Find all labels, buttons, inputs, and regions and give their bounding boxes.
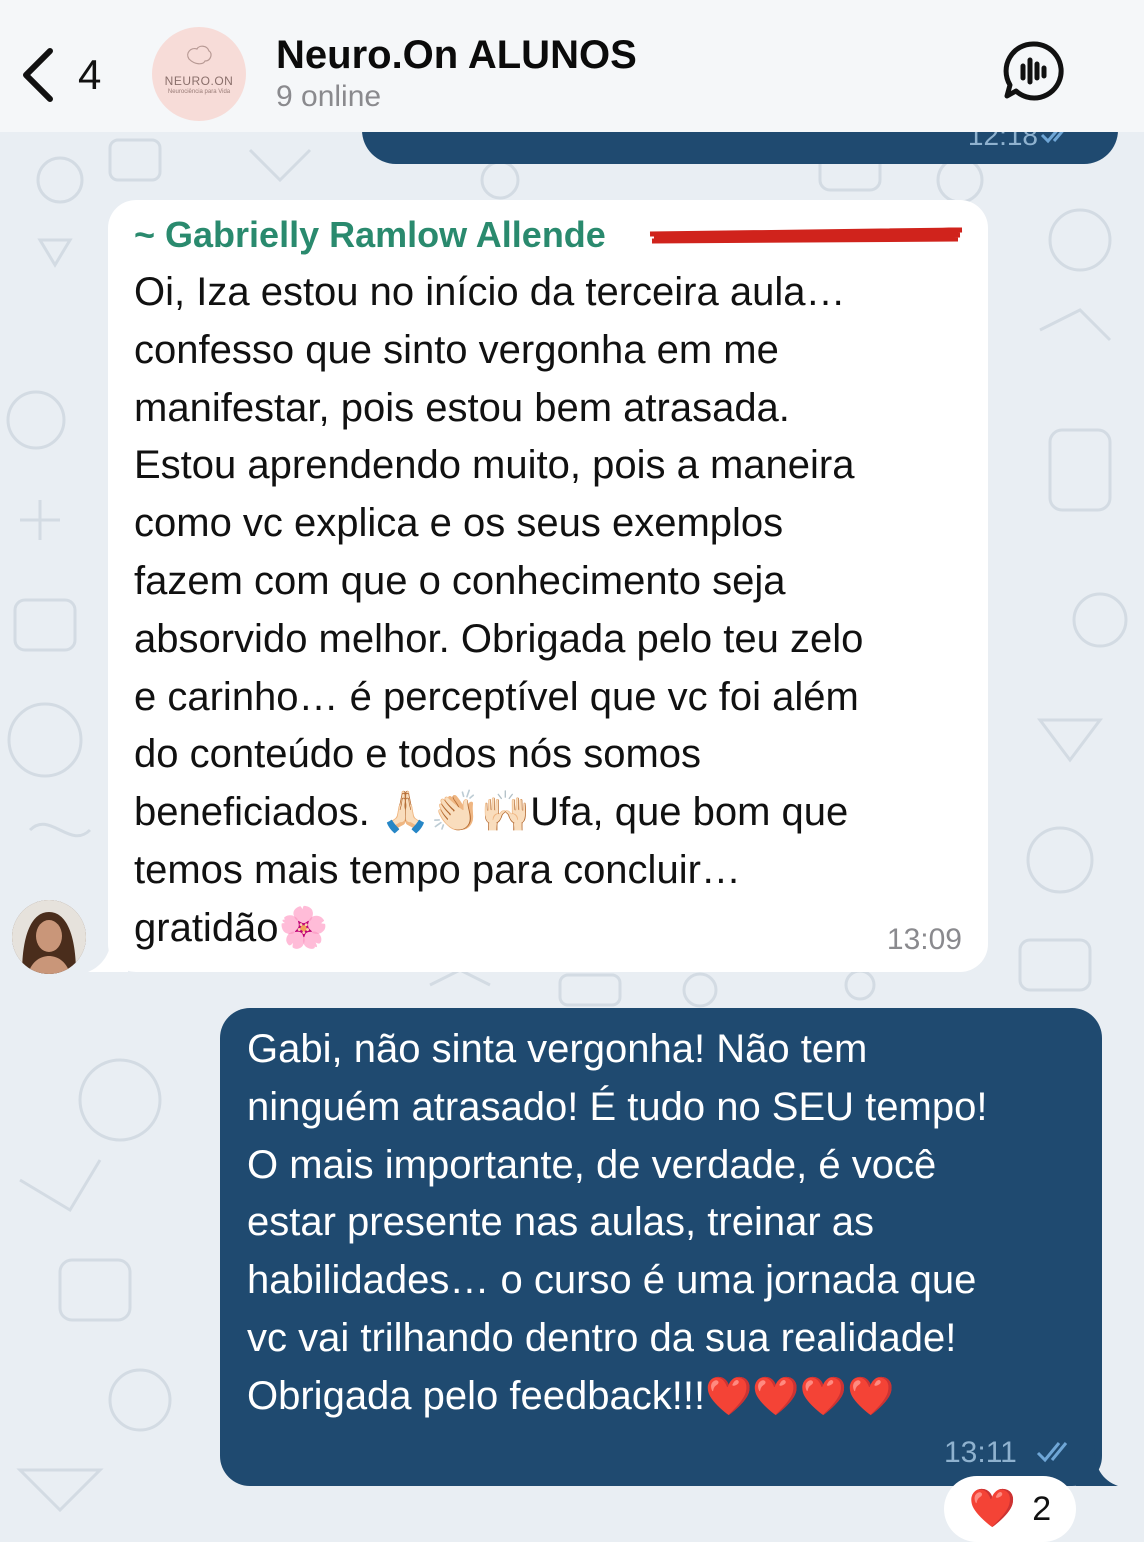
chevron-left-icon (23, 48, 53, 102)
brain-logo-icon (187, 45, 212, 65)
sender-avatar[interactable] (12, 900, 86, 974)
avatar-tagline: Neurociência para Vida (167, 88, 231, 95)
online-status: 9 online (276, 80, 382, 113)
outgoing-text-body: Gabi, não sinta vergonha! Não tem ningué… (247, 1027, 988, 1418)
voice-chat-icon[interactable] (1003, 40, 1065, 102)
chat-title[interactable]: Neuro.On ALUNOS (276, 33, 637, 78)
heart-reaction-icon: ❤️ (968, 1488, 1017, 1530)
incoming-message-text: Oi, Iza estou no início da terceira aula… (134, 270, 864, 950)
chat-header: 4 NEURO.ON Neurociência para Vida Neuro.… (0, 0, 1144, 132)
redaction-scribble (649, 227, 963, 244)
outgoing-bubble-tail (1076, 1444, 1118, 1486)
outgoing-message-text: Gabi, não sinta vergonha! Não tem ningué… (247, 1021, 1097, 1427)
reaction-badge[interactable]: ❤️ 2 (944, 1476, 1076, 1542)
sender-name[interactable]: ~ Gabrielly Ramlow Allende (134, 214, 606, 256)
avatar-logo-text: NEURO.ON (164, 73, 234, 88)
group-avatar[interactable]: NEURO.ON Neurociência para Vida (152, 27, 246, 121)
double-check-icon (1036, 1442, 1068, 1463)
back-button[interactable]: 4 (18, 40, 118, 110)
incoming-message-time: 13:09 (886, 923, 962, 956)
sender-photo (12, 900, 86, 974)
reaction-count: 2 (1032, 1489, 1052, 1528)
outgoing-message-time: 13:11 (944, 1436, 1017, 1469)
unread-count: 4 (78, 51, 102, 98)
heart-emojis: ❤️❤️❤️❤️ (705, 1375, 895, 1418)
incoming-bubble-tail (88, 930, 128, 972)
